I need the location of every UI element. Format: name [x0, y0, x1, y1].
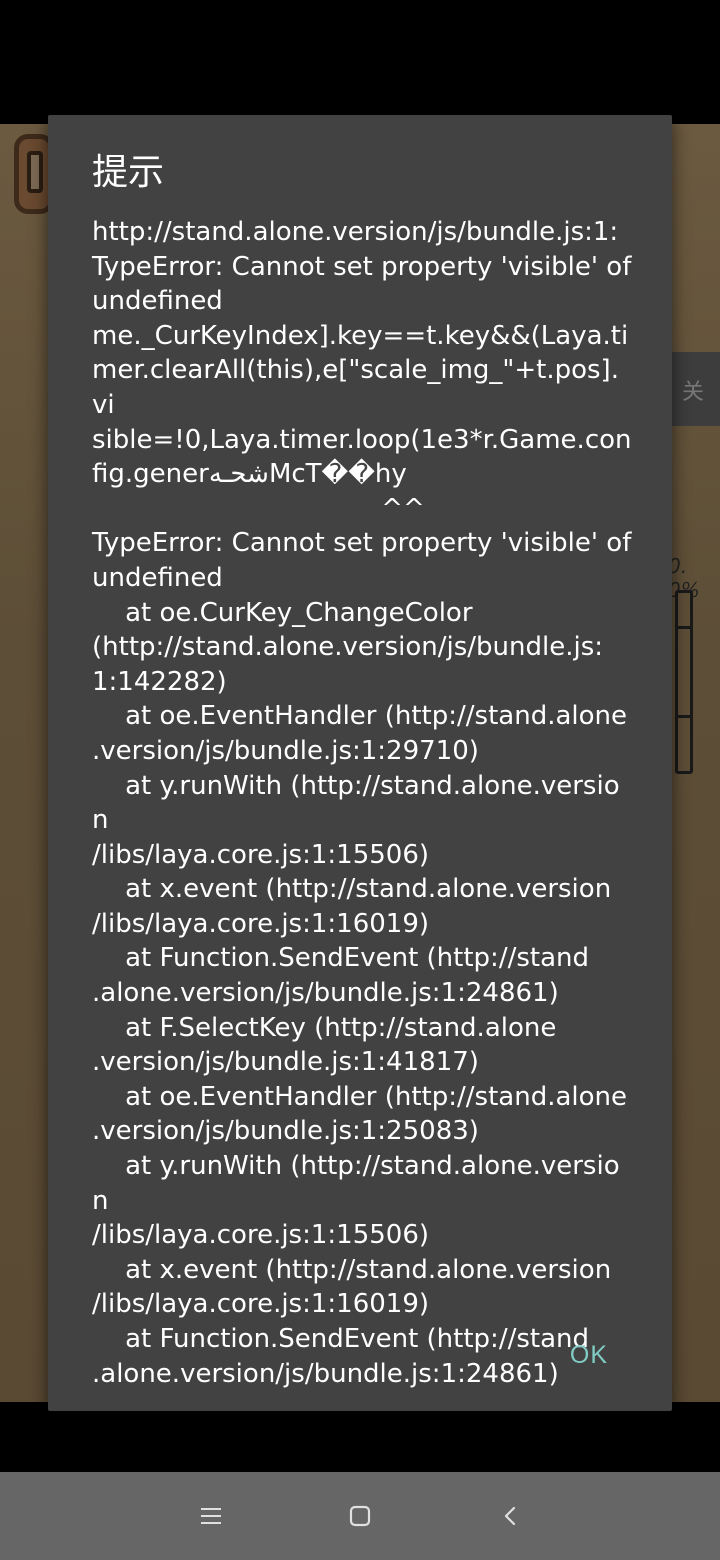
dialog-message: http://stand.alone.version/js/bundle.js:… [92, 217, 632, 1389]
home-icon [349, 1505, 371, 1527]
home-button[interactable] [340, 1496, 380, 1536]
game-button-icon [27, 151, 43, 193]
game-side-tab[interactable]: 关 [672, 352, 720, 426]
menu-icon [201, 1508, 221, 1524]
back-button[interactable] [491, 1496, 531, 1536]
game-meter-divider [678, 626, 690, 629]
dialog-title: 提示 [92, 152, 165, 193]
ok-button[interactable]: OK [562, 1333, 616, 1378]
alert-dialog: 提示 http://stand.alone.version/js/bundle.… [48, 115, 672, 1411]
game-side-tab-label: 关 [682, 379, 705, 404]
navigation-bar [0, 1472, 720, 1560]
game-meter-divider [678, 715, 690, 718]
game-progress-meter [675, 590, 693, 774]
recent-apps-button[interactable] [191, 1496, 231, 1536]
screen: 关 0. 0% 提示 http://stand.alone.version/js… [0, 0, 720, 1560]
back-icon [504, 1506, 516, 1526]
